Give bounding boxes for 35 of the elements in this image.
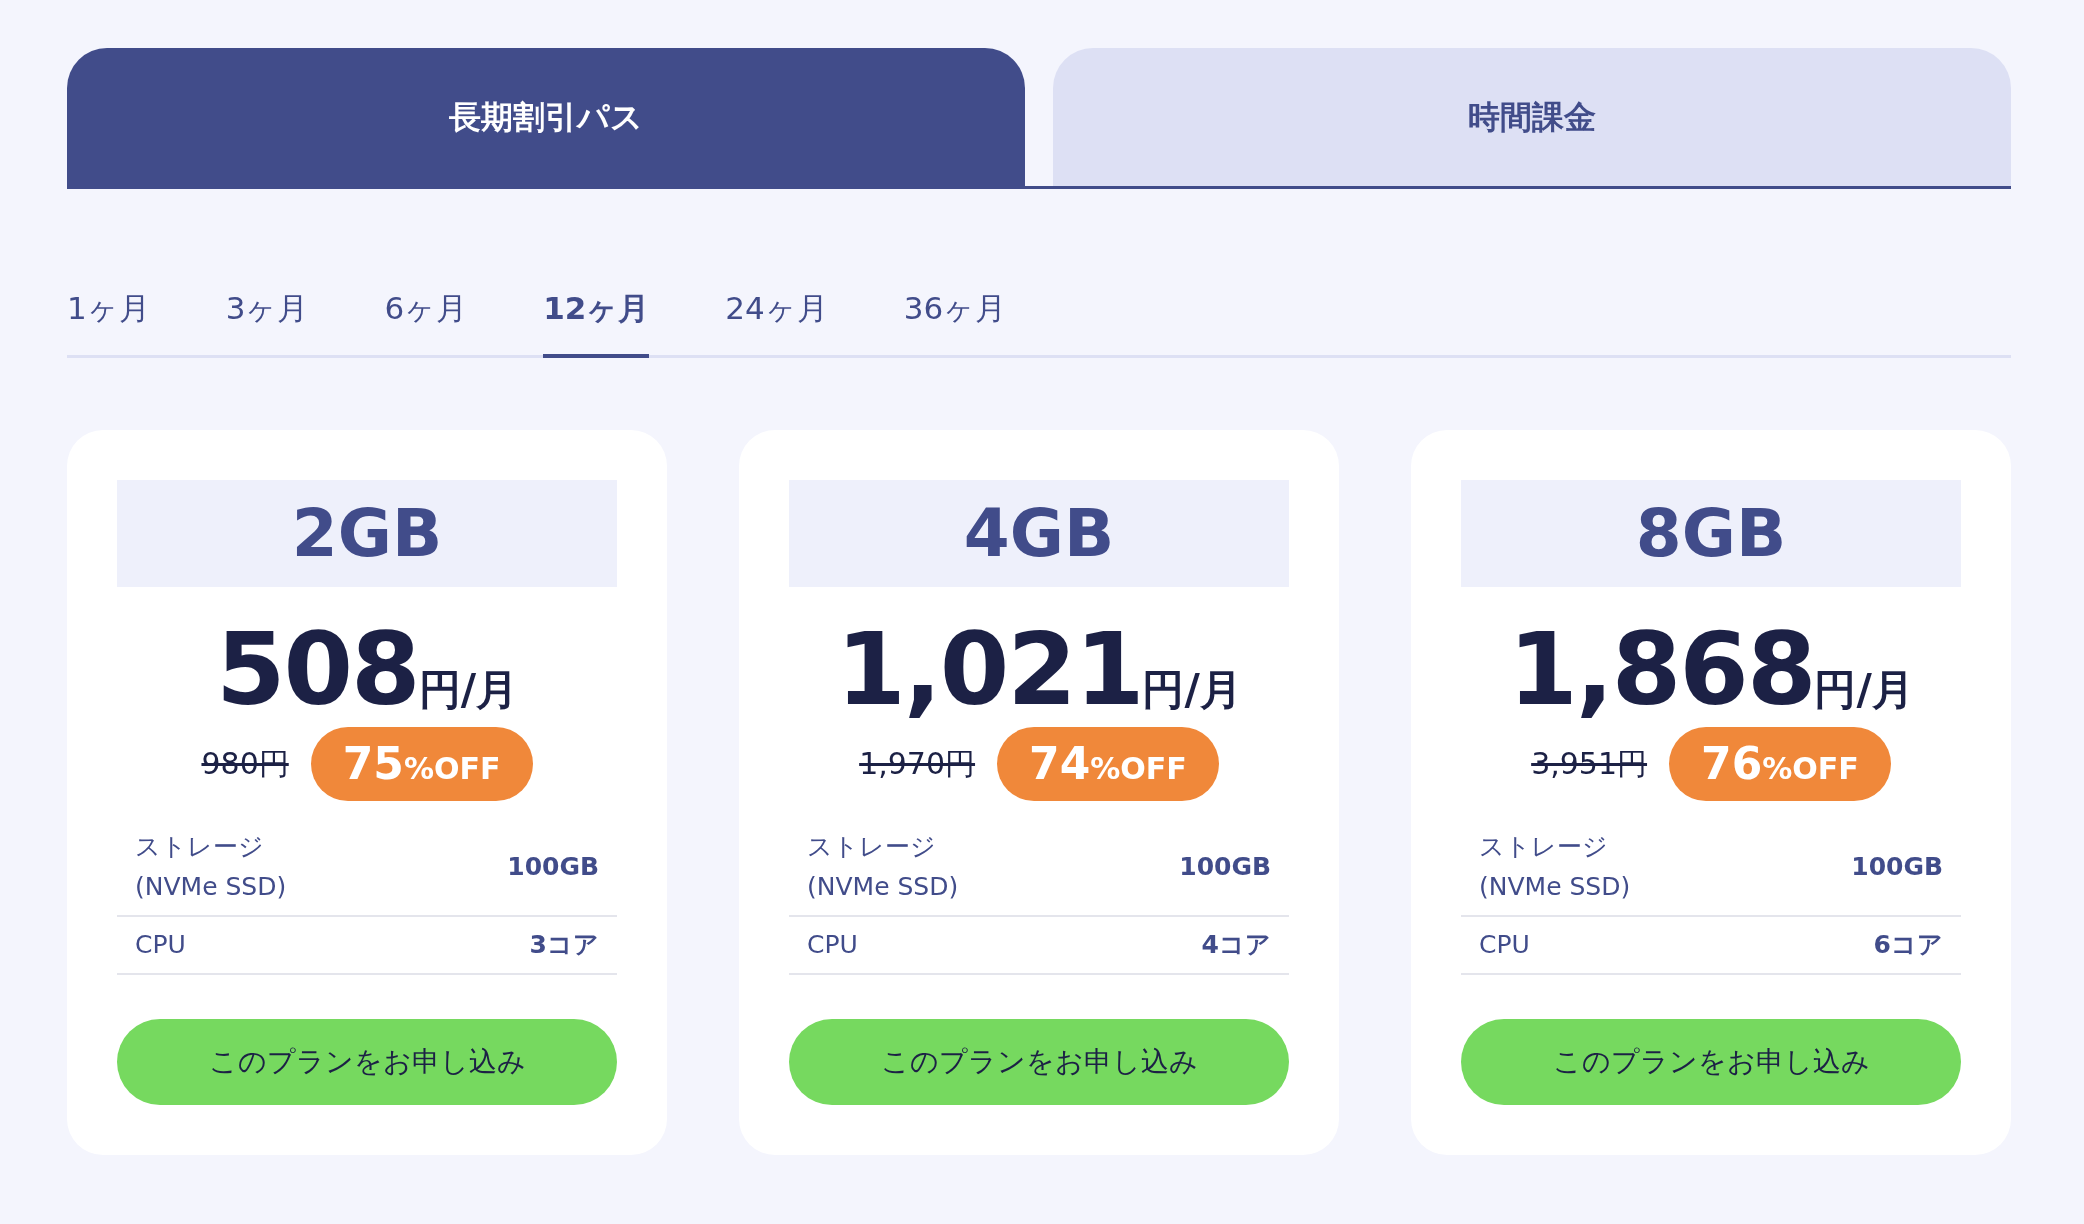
original-price: 3,951円 bbox=[1531, 745, 1648, 783]
discount-badge: 75%OFF bbox=[310, 726, 533, 801]
period-tab[interactable]: 1ヶ月 bbox=[67, 285, 150, 358]
period-tab[interactable]: 3ヶ月 bbox=[225, 285, 309, 358]
discount-badge: 74%OFF bbox=[997, 726, 1219, 801]
original-price: 1,970円 bbox=[859, 745, 976, 783]
spec-value: 4コア bbox=[1201, 928, 1271, 961]
price-text: 508円/月 bbox=[214, 614, 520, 725]
spec-label: ストレージ (NVMe SSD) bbox=[807, 830, 959, 903]
period-tab[interactable]: 6ヶ月 bbox=[384, 285, 468, 358]
price-text: 1,021円/月 bbox=[835, 614, 1243, 725]
period-tab[interactable]: 24ヶ月 bbox=[725, 285, 828, 358]
original-price: 980円 bbox=[201, 745, 289, 783]
apply-button[interactable]: このプランをお申し込み bbox=[789, 1018, 1289, 1105]
period-tab[interactable]: 12ヶ月 bbox=[543, 285, 650, 358]
plan-name: 8GB bbox=[1461, 479, 1961, 587]
spec-label: ストレージ (NVMe SSD) bbox=[135, 830, 287, 903]
spec-label: ストレージ (NVMe SSD) bbox=[1479, 830, 1631, 903]
spec-value: 100GB bbox=[1851, 850, 1943, 883]
spec-value: 6コア bbox=[1873, 928, 1943, 961]
plan-name: 2GB bbox=[117, 479, 617, 587]
apply-button[interactable]: このプランをお申し込み bbox=[1461, 1018, 1961, 1105]
plan-tab[interactable]: 長期割引パス bbox=[67, 48, 1025, 186]
apply-button[interactable]: このプランをお申し込み bbox=[117, 1018, 617, 1105]
price-text: 1,868円/月 bbox=[1507, 614, 1915, 725]
plan-name: 4GB bbox=[789, 479, 1289, 587]
period-tab[interactable]: 36ヶ月 bbox=[903, 285, 1007, 358]
discount-badge: 76%OFF bbox=[1669, 726, 1891, 801]
spec-value: 3コア bbox=[529, 928, 599, 961]
spec-label: CPU bbox=[1479, 928, 1530, 961]
spec-value: 100GB bbox=[507, 850, 599, 883]
spec-value: 100GB bbox=[1179, 850, 1271, 883]
spec-label: CPU bbox=[135, 928, 186, 961]
spec-label: CPU bbox=[807, 928, 858, 961]
plan-tab[interactable]: 時間課金 bbox=[1053, 48, 2011, 186]
